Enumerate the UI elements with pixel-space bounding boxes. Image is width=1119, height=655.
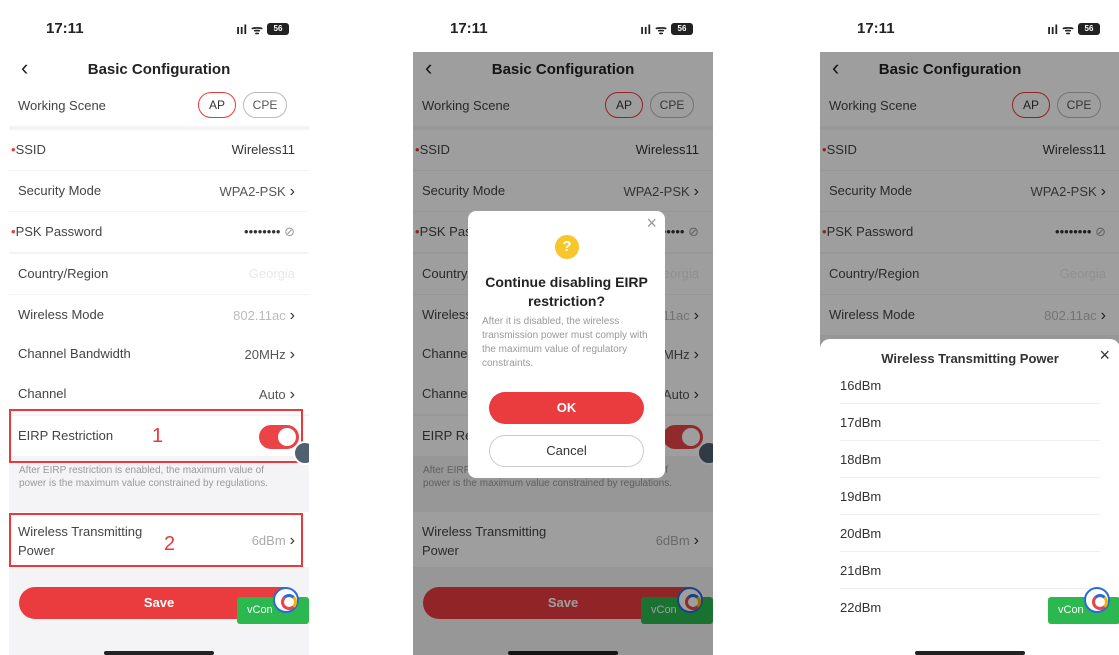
scene-cpe-button[interactable]: CPE [243,92,287,118]
close-icon[interactable]: × [1099,345,1110,366]
row-psk-password[interactable]: •PSK Password •••••••• ⊘ [9,212,309,252]
country-label: Country/Region [18,266,109,281]
phone-screen-1: 17:11 ııl ᯤ 56 ‹ Basic Configuration Wor… [9,0,309,655]
power-option[interactable]: 17dBm [840,404,1100,441]
status-icons: ııl ᯤ 56 [236,20,289,38]
nav-bar: ‹ Basic Configuration [9,52,309,88]
battery-icon: 56 [267,23,289,35]
power-option[interactable]: 21dBm [840,552,1100,589]
ssid-label: •SSID [11,142,46,157]
row-ssid[interactable]: •SSID Wireless11 [9,130,309,170]
channel-label: Channel [18,386,67,401]
channel-bandwidth-value: 20MHz › [244,346,295,363]
chevron-right-icon: › [289,307,295,324]
signal-icon: ııl [1047,21,1059,37]
ok-button[interactable]: OK [489,392,644,424]
row-security-mode[interactable]: Security Mode WPA2-PSK › [9,171,309,211]
chevron-right-icon: › [289,346,295,363]
status-bar: 17:11 ııl ᯤ 56 [413,0,713,52]
status-bar: 17:11 ııl ᯤ 56 [9,0,309,52]
sheet-title: Wireless Transmitting Power [881,351,1059,366]
stage: 17:11 ııl ᯤ 56 ‹ Basic Configuration Wor… [0,0,1119,655]
ssid-value: Wireless11 [231,142,295,157]
phone-screen-2: 17:11 ııl ᯤ 56 ‹ Basic Configuration Wor… [413,0,713,655]
confirm-dialog: × ? Continue disabling EIRP restriction?… [468,211,665,478]
home-indicator [915,651,1025,655]
chevron-right-icon: › [289,386,295,403]
power-option[interactable]: 16dBm [840,367,1100,404]
phone-screen-3: 17:11 ııl ᯤ 56 ‹ Basic Configuration Wor… [820,0,1119,655]
psk-password-label: •PSK Password [11,224,103,239]
chevron-right-icon: › [289,183,295,200]
power-option[interactable]: 19dBm [840,478,1100,515]
close-icon[interactable]: × [646,213,657,234]
channel-bandwidth-label: Channel Bandwidth [18,346,131,361]
working-scene-label: Working Scene [18,98,106,113]
wireless-mode-label: Wireless Mode [18,307,104,322]
scene-ap-button[interactable]: AP [198,92,236,118]
status-time: 17:11 [46,20,84,37]
power-option[interactable]: 18dBm [840,441,1100,478]
status-time: 17:11 [450,20,488,37]
status-icons: ııl ᯤ 56 [640,20,693,38]
eirp-hint-text: After EIRP restriction is enabled, the m… [19,465,269,489]
battery-icon: 56 [671,23,693,35]
callout-box-2 [9,513,303,567]
app-logo-icon[interactable] [1084,587,1110,613]
dialog-message: After it is disabled, the wireless trans… [482,316,648,369]
psk-password-value: •••••••• ⊘ [244,224,295,239]
country-value: Georgia [248,266,295,281]
home-indicator [104,651,214,655]
question-icon: ? [555,235,579,259]
app-logo-icon[interactable] [273,587,299,613]
wifi-icon: ᯤ [1062,22,1074,37]
status-icons: ııl ᯤ 56 [1047,20,1100,38]
row-channel[interactable]: Channel Auto › [9,374,309,414]
channel-value: Auto › [258,386,295,403]
wifi-icon: ᯤ [655,22,667,37]
wifi-icon: ᯤ [251,22,263,37]
dialog-title: Continue disabling EIRP restriction? [485,274,648,309]
callout-number-2: 2 [164,533,176,555]
row-channel-bandwidth[interactable]: Channel Bandwidth 20MHz› [9,334,309,374]
security-mode-label: Security Mode [18,183,102,198]
page-title: Basic Configuration [87,61,231,78]
signal-icon: ııl [640,21,652,37]
row-country: Country/Region Georgia [9,254,309,294]
cancel-button[interactable]: Cancel [489,435,644,467]
power-option[interactable]: 20dBm [840,515,1100,552]
status-time: 17:11 [857,20,895,37]
signal-icon: ııl [236,21,248,37]
battery-icon: 56 [1078,23,1100,35]
callout-number-1: 1 [152,425,164,447]
security-mode-value: WPA2-PSK › [219,183,295,200]
row-wireless-mode[interactable]: Wireless Mode 802.11ac› [9,295,309,335]
row-working-scene: Working Scene AP CPE [9,86,309,126]
eye-hidden-icon: ⊘ [284,224,295,239]
status-bar: 17:11 ııl ᯤ 56 [820,0,1119,52]
wireless-mode-value: 802.11ac› [233,307,295,324]
